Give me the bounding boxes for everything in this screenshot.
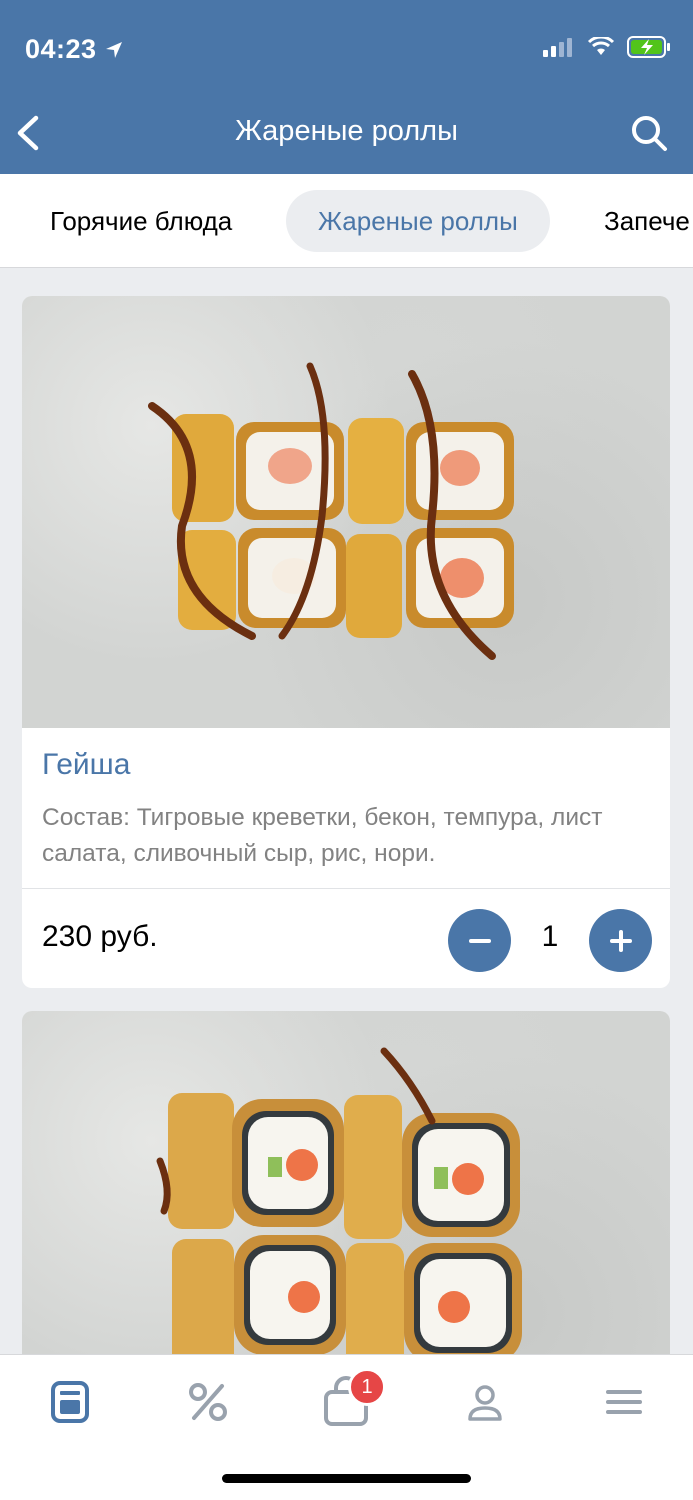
battery-charging-icon <box>627 36 670 58</box>
app-header: 04:23 Жареные роллы <box>0 0 693 174</box>
page-title: Жареные роллы <box>235 115 458 147</box>
product-photo <box>22 296 670 728</box>
menu-icon <box>51 1381 89 1423</box>
status-time-text: 04:23 <box>25 34 97 64</box>
tab-fried-rolls[interactable]: Жареные роллы <box>286 190 550 252</box>
quantity-value: 1 <box>541 920 559 953</box>
category-tabs: Горячие блюда Жареные роллы Запече <box>0 174 693 268</box>
tab-more[interactable] <box>599 1377 649 1427</box>
status-indicators <box>543 36 671 58</box>
cart-count-badge: 1 <box>348 1368 386 1406</box>
product-name[interactable]: Гейша <box>42 748 130 782</box>
percent-icon <box>189 1383 227 1421</box>
decrease-quantity-button[interactable] <box>448 909 511 972</box>
profile-icon <box>468 1385 502 1421</box>
status-time: 04:23 <box>25 34 125 65</box>
home-indicator[interactable] <box>222 1474 471 1483</box>
wifi-icon <box>587 37 615 55</box>
plus-icon <box>609 929 632 952</box>
product-price: 230 руб. <box>42 920 158 953</box>
hamburger-icon <box>606 1390 642 1414</box>
tab-promotions[interactable] <box>183 1377 233 1427</box>
product-card[interactable]: Гейша Состав: Тигровые креветки, бекон, … <box>22 296 670 988</box>
product-card[interactable] <box>22 1011 670 1411</box>
tab-baked-rolls[interactable]: Запече <box>604 190 690 252</box>
product-description: Состав: Тигровые креветки, бекон, темпур… <box>42 804 603 867</box>
search-icon <box>632 116 667 151</box>
tab-menu[interactable] <box>45 1377 95 1427</box>
search-button[interactable] <box>629 113 669 153</box>
tab-hot-dishes[interactable]: Горячие блюда <box>50 190 232 252</box>
card-divider <box>22 888 670 889</box>
increase-quantity-button[interactable] <box>589 909 652 972</box>
cellular-signal-icon <box>543 38 572 57</box>
location-arrow-icon <box>105 41 122 58</box>
minus-icon <box>468 938 491 943</box>
product-photo <box>22 1011 670 1411</box>
tab-profile[interactable] <box>460 1377 510 1427</box>
